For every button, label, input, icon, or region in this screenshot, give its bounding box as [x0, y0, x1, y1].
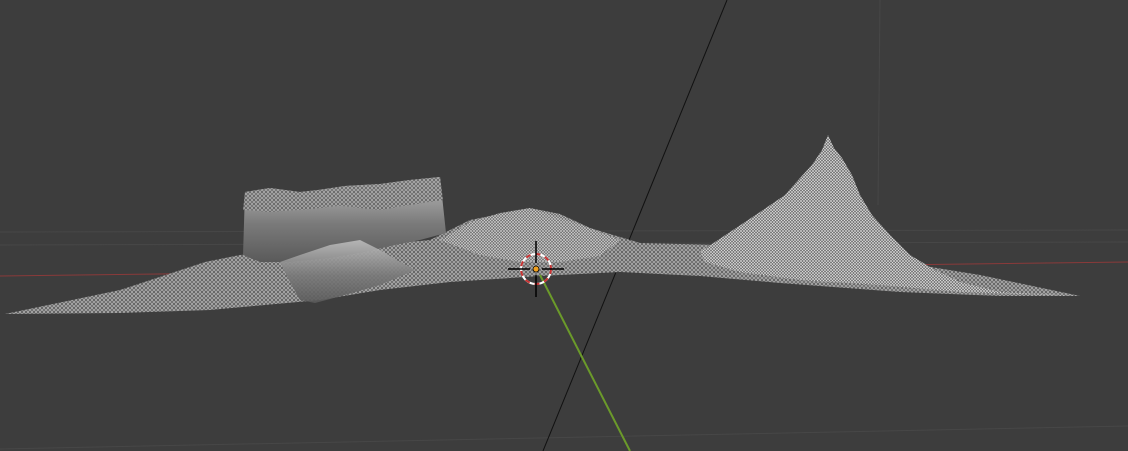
- terrain-mesh[interactable]: [5, 135, 1080, 314]
- object-origin-icon: [532, 265, 540, 273]
- viewport-canvas[interactable]: [0, 0, 1128, 451]
- terrain-peak: [700, 135, 1080, 296]
- 3d-viewport[interactable]: [0, 0, 1128, 451]
